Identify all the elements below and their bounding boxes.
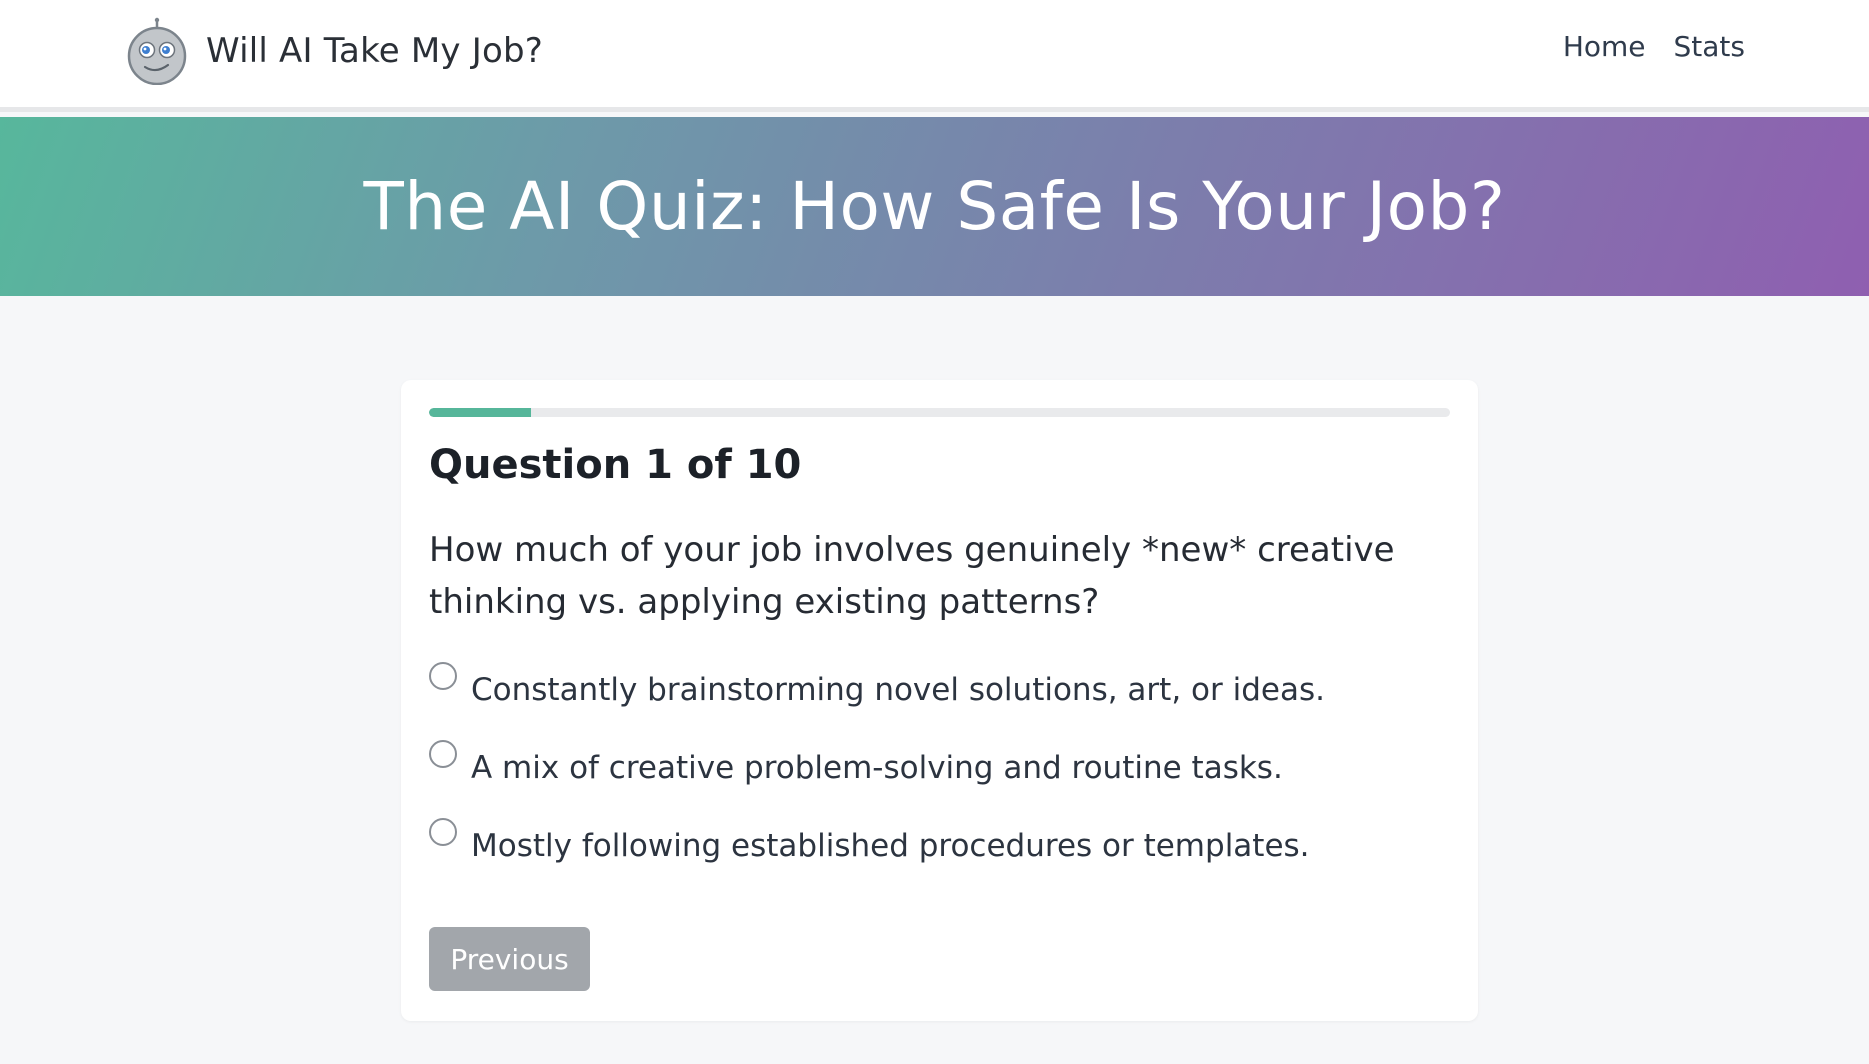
brand-title: Will AI Take My Job? (206, 31, 544, 71)
navbar: Will AI Take My Job? Home Stats (0, 0, 1869, 112)
answer-option[interactable]: A mix of creative problem-solving and ro… (429, 740, 1439, 818)
nav-links: Home Stats (1563, 30, 1745, 63)
progress-bar (429, 408, 1450, 417)
answer-option[interactable]: Mostly following established procedures … (429, 818, 1439, 896)
radio-button[interactable] (429, 662, 457, 690)
answer-option-label: Constantly brainstorming novel solutions… (471, 672, 1325, 708)
answer-option-label: Mostly following established procedures … (471, 828, 1310, 864)
nav-link-stats[interactable]: Stats (1674, 30, 1745, 63)
question-text: How much of your job involves genuinely … (429, 530, 1395, 622)
quiz-card: Question 1 of 10 How much of your job in… (401, 380, 1478, 1021)
page-title: The AI Quiz: How Safe Is Your Job? (363, 168, 1506, 245)
radio-button[interactable] (429, 740, 457, 768)
radio-button[interactable] (429, 818, 457, 846)
previous-button[interactable]: Previous (429, 927, 590, 991)
answer-options: Constantly brainstorming novel solutions… (429, 662, 1439, 896)
brand-link[interactable]: Will AI Take My Job? (125, 17, 543, 85)
progress-bar-fill (429, 408, 532, 417)
hero-banner: The AI Quiz: How Safe Is Your Job? (0, 117, 1869, 296)
robot-face-icon (127, 17, 187, 85)
question-counter: Question 1 of 10 (429, 442, 802, 488)
nav-link-home[interactable]: Home (1563, 30, 1646, 63)
answer-option[interactable]: Constantly brainstorming novel solutions… (429, 662, 1439, 740)
answer-option-label: A mix of creative problem-solving and ro… (471, 750, 1283, 786)
